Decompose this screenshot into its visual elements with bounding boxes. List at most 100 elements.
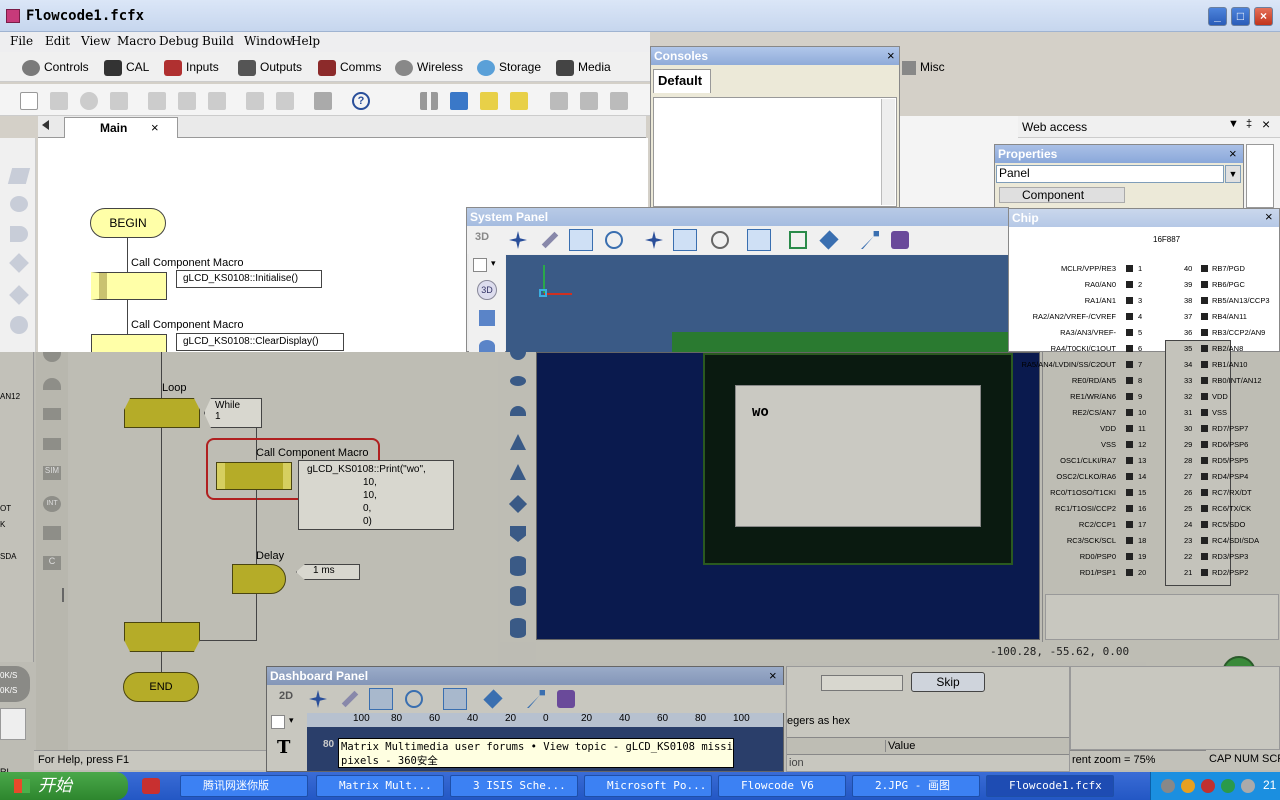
call1-block[interactable] (91, 272, 167, 300)
maximize-button[interactable]: □ (1231, 7, 1250, 26)
toolbar-storage[interactable]: Storage (477, 58, 541, 76)
swatch-dropdown-icon[interactable]: ▾ (289, 715, 294, 726)
loop-end-block[interactable] (124, 622, 200, 652)
menu-macro[interactable]: Macro (117, 34, 156, 48)
properties-select-arrow-icon[interactable]: ▼ (1225, 165, 1241, 183)
menu-edit[interactable]: Edit (45, 34, 70, 48)
tube-shape-icon[interactable] (510, 586, 526, 606)
pyramid-shape-icon[interactable] (510, 464, 526, 480)
cone-shape-icon[interactable] (510, 434, 526, 450)
step-over-icon[interactable] (510, 92, 528, 110)
mode-3d-label[interactable]: 3D (475, 231, 489, 243)
properties-select[interactable]: Panel (996, 165, 1224, 183)
decision-shape-icon[interactable] (9, 253, 29, 273)
save-icon[interactable] (110, 92, 128, 110)
camera-icon[interactable] (443, 688, 467, 710)
shape-icon[interactable] (43, 408, 61, 420)
call2-block[interactable] (91, 334, 167, 352)
bounds-icon[interactable] (789, 231, 807, 249)
tab-main[interactable]: Main × (64, 117, 178, 138)
consoles-close-icon[interactable]: × (887, 48, 895, 63)
menu-window[interactable]: Window (244, 34, 293, 48)
color-swatch[interactable] (473, 258, 487, 272)
undo-icon[interactable] (246, 92, 264, 110)
pan-icon[interactable] (645, 231, 663, 249)
3d-viewport-bottom[interactable]: wo (536, 352, 1040, 640)
move-icon[interactable] (309, 690, 327, 708)
close-button[interactable]: × (1254, 7, 1273, 26)
pipe-shape-icon[interactable] (510, 618, 526, 638)
start-button[interactable]: 开始 (0, 772, 128, 800)
wrench-icon[interactable] (861, 231, 879, 249)
help-icon[interactable]: ? (352, 92, 370, 110)
toolbar-misc[interactable]: Misc (902, 58, 945, 76)
task-isis[interactable]: 3 ISIS Sche... (450, 775, 578, 797)
cube-icon[interactable] (483, 689, 503, 709)
comment-icon[interactable] (40, 588, 64, 602)
toolbar-inputs[interactable]: Inputs (164, 58, 219, 76)
delay-shape-icon[interactable] (10, 226, 28, 242)
tray-icon[interactable] (1161, 779, 1175, 793)
properties-close-icon[interactable]: × (1229, 146, 1237, 161)
rotate-icon[interactable] (405, 690, 423, 708)
rotate-icon[interactable] (605, 231, 623, 249)
3d-viewport[interactable] (506, 255, 1008, 352)
output-shape-icon[interactable] (10, 196, 28, 212)
connection-shape-icon[interactable] (10, 316, 28, 334)
move-icon[interactable] (509, 231, 527, 249)
sphere-shape-icon[interactable] (479, 340, 495, 352)
dashboard-close-icon[interactable]: × (769, 668, 777, 683)
chip-view-icon[interactable] (610, 92, 628, 110)
breakpoint-icon[interactable] (580, 92, 598, 110)
toolbar-controls[interactable]: Controls (22, 58, 89, 76)
sim-icon[interactable]: SIM (43, 466, 61, 480)
shape-icon[interactable] (43, 352, 61, 362)
input-shape-icon[interactable] (7, 168, 31, 184)
task-powerpoint[interactable]: Microsoft Po... (584, 775, 712, 797)
watch-icon[interactable] (550, 92, 568, 110)
toolbar-cal[interactable]: CAL (104, 58, 149, 76)
task-matrix[interactable]: Matrix Mult... (316, 775, 444, 797)
task-tencent[interactable]: 腾讯网迷你版 (180, 775, 308, 797)
color-swatch[interactable] (271, 715, 285, 729)
call3-block[interactable] (216, 462, 292, 490)
minimize-button[interactable]: _ (1208, 7, 1227, 26)
begin-terminal[interactable]: BEGIN (90, 208, 166, 238)
volume-icon[interactable] (1241, 779, 1255, 793)
switch-shape-icon[interactable] (9, 285, 29, 305)
tray-icon[interactable] (1181, 779, 1195, 793)
select-tool-icon[interactable] (569, 229, 593, 251)
quicklaunch-icon[interactable] (142, 778, 160, 794)
menu-build[interactable]: Build (202, 34, 234, 48)
pause-icon[interactable] (420, 92, 438, 110)
pencil-icon[interactable] (341, 690, 359, 708)
toolbar-wireless[interactable]: Wireless (395, 58, 463, 76)
dome-shape-icon[interactable] (510, 406, 526, 416)
text-tool-icon[interactable]: T (277, 737, 290, 758)
console-output[interactable] (653, 97, 897, 207)
copy-icon[interactable] (178, 92, 196, 110)
octahedron-shape-icon[interactable] (508, 494, 528, 514)
menu-view[interactable]: View (81, 34, 111, 48)
end-terminal[interactable]: END (123, 672, 199, 702)
wrench-icon[interactable] (527, 690, 545, 708)
menu-help[interactable]: Help (291, 34, 320, 48)
disc-shape-icon[interactable] (510, 376, 526, 386)
interrupt-icon[interactable]: INT (43, 496, 61, 512)
tab-close-icon[interactable]: × (151, 120, 159, 135)
dropdown-icon[interactable]: ▼ (1228, 118, 1239, 130)
stop-icon[interactable] (450, 92, 468, 110)
redo-icon[interactable] (276, 92, 294, 110)
cut-icon[interactable] (148, 92, 166, 110)
toolbar-media[interactable]: Media (556, 58, 611, 76)
toolbar-outputs[interactable]: Outputs (238, 58, 302, 76)
console-scrollbar[interactable] (881, 99, 895, 205)
component-settings-icon[interactable] (891, 231, 909, 249)
shape-icon[interactable] (43, 526, 61, 540)
task-flowcode1[interactable]: Flowcode1.fcfx (986, 775, 1114, 797)
task-flowcode-v6[interactable]: Flowcode V6 (718, 775, 846, 797)
sphere-3d-icon[interactable]: 3D (477, 280, 497, 300)
mode-2d-label[interactable]: 2D (279, 690, 293, 702)
shape-icon[interactable] (43, 378, 61, 390)
cube-shape-icon[interactable] (479, 310, 495, 326)
